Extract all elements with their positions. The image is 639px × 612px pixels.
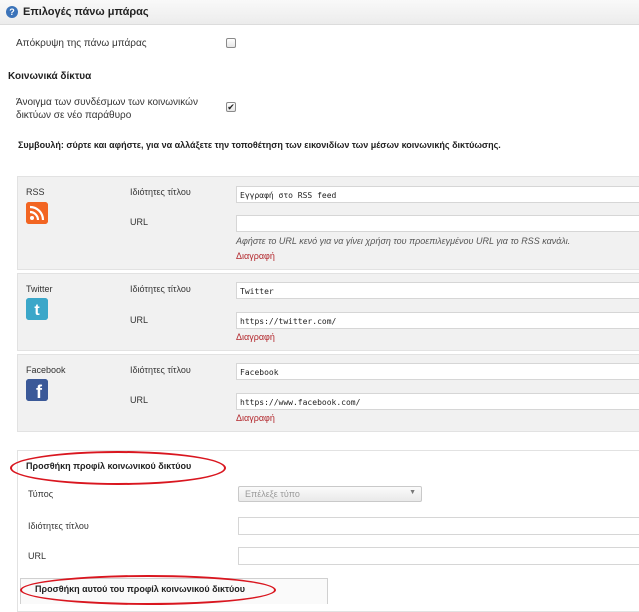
svg-text:f: f xyxy=(36,382,43,401)
svg-text:t: t xyxy=(34,302,40,319)
title-field-label: Ιδιότητες τίτλου xyxy=(130,187,191,197)
drag-tip: Συμβουλή: σύρτε και αφήστε, για να αλλάξ… xyxy=(18,140,501,150)
checkmark-icon: ✔ xyxy=(227,102,235,112)
network-name: Twitter xyxy=(26,284,53,294)
type-select-value: Επέλεξε τύπο xyxy=(245,489,300,499)
facebook-url-input[interactable]: https://www.facebook.com/ xyxy=(236,393,639,410)
open-new-window-checkbox[interactable]: ✔ xyxy=(226,102,236,112)
network-panel-facebook[interactable]: Facebook f Ιδιότητες τίτλου Facebook URL… xyxy=(17,354,639,432)
add-title-input[interactable] xyxy=(238,517,639,535)
social-section-title: Κοινωνικά δίκτυα xyxy=(8,71,92,82)
help-icon[interactable]: ? xyxy=(6,6,18,18)
twitter-title-input[interactable]: Twitter xyxy=(236,282,639,299)
facebook-title-input[interactable]: Facebook xyxy=(236,363,639,380)
twitter-url-input[interactable]: https://twitter.com/ xyxy=(236,312,639,329)
hide-topbar-label: Απόκρυψη της πάνω μπάρας xyxy=(16,38,147,49)
type-label: Τύπος xyxy=(28,489,54,499)
title-field-label: Ιδιότητες τίτλου xyxy=(130,365,191,375)
network-panel-rss[interactable]: RSS Ιδιότητες τίτλου Εγγραφή στο RSS fee… xyxy=(17,176,639,270)
url-field-label: URL xyxy=(130,217,149,227)
facebook-icon: f xyxy=(26,379,48,401)
facebook-delete-link[interactable]: Διαγραφή xyxy=(236,413,275,423)
add-title-label: Ιδιότητες τίτλου xyxy=(28,521,89,531)
add-profile-heading: Προσθήκη προφίλ κοινωνικού δικτύου xyxy=(26,461,192,471)
twitter-delete-link[interactable]: Διαγραφή xyxy=(236,332,275,342)
network-name: Facebook xyxy=(26,365,66,375)
section-header: ? Επιλογές πάνω μπάρας xyxy=(0,0,639,25)
rss-icon xyxy=(26,202,48,224)
rss-url-help: Αφήστε το URL κενό για να γίνει χρήση το… xyxy=(236,236,571,246)
rss-delete-link[interactable]: Διαγραφή xyxy=(236,251,275,261)
network-panel-twitter[interactable]: Twitter t Ιδιότητες τίτλου Twitter URL h… xyxy=(17,273,639,351)
title-field-label: Ιδιότητες τίτλου xyxy=(130,284,191,294)
hide-topbar-checkbox[interactable] xyxy=(226,38,236,48)
add-url-input[interactable] xyxy=(238,547,639,565)
chevron-down-icon: ▼ xyxy=(409,489,416,496)
annotation-ellipse-button xyxy=(20,575,276,605)
open-new-window-label-line1: Άνοιγμα των συνδέσμων των κοινωνικών xyxy=(16,97,198,108)
rss-url-input[interactable] xyxy=(236,215,639,232)
section-title: Επιλογές πάνω μπάρας xyxy=(23,6,149,18)
add-url-label: URL xyxy=(28,551,47,561)
url-field-label: URL xyxy=(130,315,149,325)
type-select[interactable]: Επέλεξε τύπο ▼ xyxy=(238,486,422,502)
open-new-window-label-line2: δικτύων σε νέο παράθυρο xyxy=(16,110,132,121)
url-field-label: URL xyxy=(130,395,149,405)
rss-title-input[interactable]: Εγγραφή στο RSS feed xyxy=(236,186,639,203)
network-name: RSS xyxy=(26,187,45,197)
twitter-icon: t xyxy=(26,298,48,320)
